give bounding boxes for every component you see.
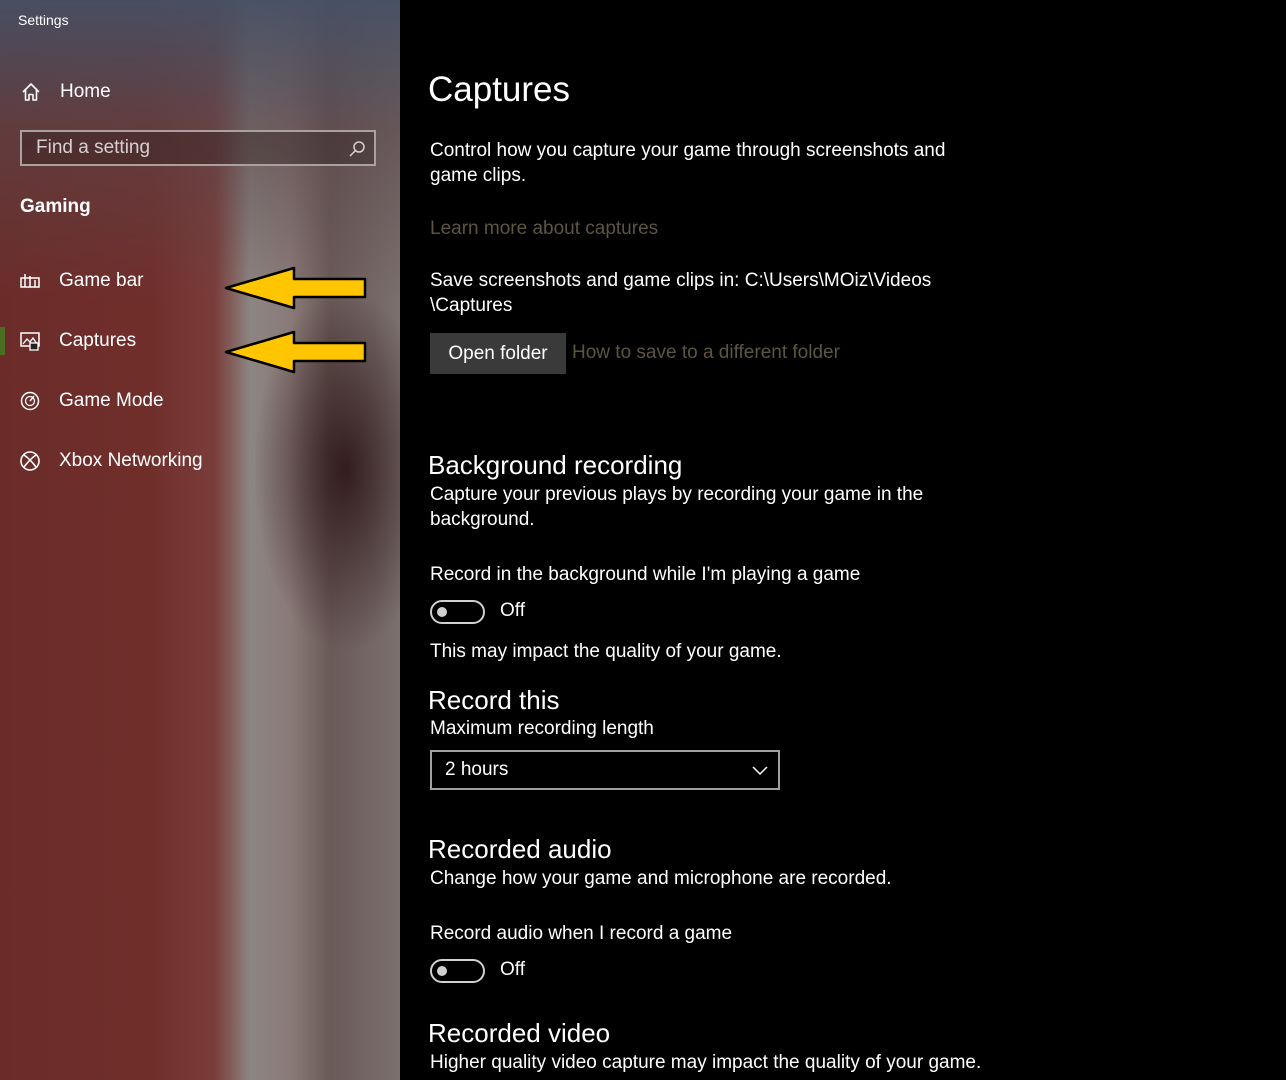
max-length-dropdown[interactable]: 2 hours	[430, 750, 780, 790]
xbox-icon	[20, 451, 40, 471]
nav-home-label: Home	[60, 81, 111, 102]
toggle-knob	[437, 966, 447, 976]
sidebar-item-label: Captures	[59, 330, 137, 351]
background-recording-toggle-label: Record in the background while I'm playi…	[430, 564, 861, 585]
game-bar-icon	[20, 274, 40, 288]
save-location-line2: \Captures	[430, 295, 513, 316]
background-recording-toggle[interactable]	[430, 600, 485, 624]
open-folder-button[interactable]: Open folder	[430, 333, 566, 374]
chevron-down-icon	[752, 766, 768, 776]
sidebar-item-game-mode[interactable]: Game Mode	[0, 379, 400, 423]
recorded-video-heading: Recorded video	[428, 1018, 611, 1048]
main-content: Captures Control how you capture your ga…	[400, 0, 1286, 1080]
record-this-heading: Record this	[428, 685, 560, 715]
max-length-value: 2 hours	[445, 759, 509, 780]
sidebar-item-xbox-networking[interactable]: Xbox Networking	[0, 439, 400, 483]
save-location-line1: Save screenshots and game clips in: C:\U…	[430, 270, 932, 291]
page-title: Captures	[428, 70, 571, 109]
search-icon[interactable]	[348, 140, 366, 158]
sidebar-item-label: Xbox Networking	[59, 450, 203, 471]
recorded-audio-toggle-state: Off	[500, 959, 525, 980]
background-recording-heading: Background recording	[428, 450, 683, 480]
background-recording-toggle-state: Off	[500, 600, 525, 621]
background-recording-note: This may impact the quality of your game…	[430, 641, 782, 662]
recorded-audio-description: Change how your game and microphone are …	[430, 868, 892, 889]
toggle-knob	[437, 607, 447, 617]
search-input[interactable]	[22, 132, 370, 164]
learn-more-link[interactable]: Learn more about captures	[430, 218, 658, 240]
recorded-video-description: Higher quality video capture may impact …	[430, 1052, 982, 1073]
max-length-label: Maximum recording length	[430, 718, 654, 739]
section-label-gaming: Gaming	[20, 196, 91, 217]
search-box[interactable]	[20, 130, 376, 166]
page-description: Control how you capture your game throug…	[430, 140, 946, 186]
captures-icon	[20, 332, 40, 351]
sidebar-item-label: Game Mode	[59, 390, 164, 411]
recorded-audio-toggle[interactable]	[430, 959, 485, 983]
sidebar: Settings Home Gaming Game bar Captures	[0, 0, 400, 1080]
game-mode-icon	[20, 391, 40, 411]
nav-home[interactable]: Home	[20, 78, 111, 106]
annotation-arrow-icon	[224, 330, 367, 374]
home-icon	[22, 83, 40, 101]
recorded-audio-heading: Recorded audio	[428, 834, 612, 864]
background-recording-description: Capture your previous plays by recording…	[430, 484, 924, 530]
annotation-arrow-icon	[224, 266, 367, 310]
sidebar-item-label: Game bar	[59, 270, 144, 291]
different-folder-link[interactable]: How to save to a different folder	[572, 342, 840, 364]
window-title: Settings	[18, 12, 69, 28]
recorded-audio-toggle-label: Record audio when I record a game	[430, 923, 733, 944]
